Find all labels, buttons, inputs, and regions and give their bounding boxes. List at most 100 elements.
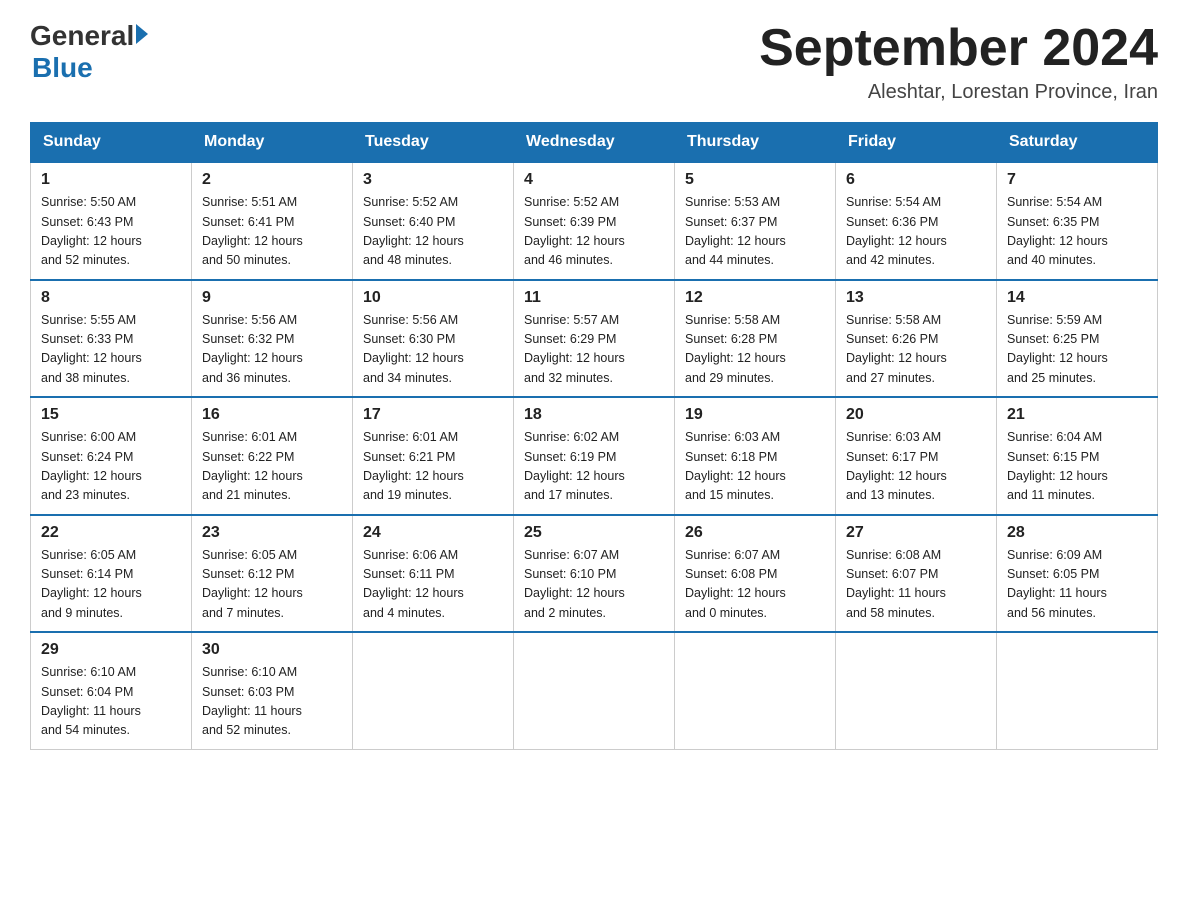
calendar-week-row: 29 Sunrise: 6:10 AMSunset: 6:04 PMDaylig… (31, 632, 1158, 749)
location-subtitle: Aleshtar, Lorestan Province, Iran (759, 81, 1158, 104)
col-thursday: Thursday (675, 123, 836, 163)
table-row (675, 632, 836, 749)
day-number: 12 (685, 289, 825, 307)
table-row: 8 Sunrise: 5:55 AMSunset: 6:33 PMDayligh… (31, 280, 192, 398)
table-row: 13 Sunrise: 5:58 AMSunset: 6:26 PMDaylig… (836, 280, 997, 398)
col-monday: Monday (192, 123, 353, 163)
table-row: 7 Sunrise: 5:54 AMSunset: 6:35 PMDayligh… (997, 162, 1158, 280)
table-row: 16 Sunrise: 6:01 AMSunset: 6:22 PMDaylig… (192, 397, 353, 515)
day-number: 1 (41, 171, 181, 189)
day-info: Sunrise: 5:55 AMSunset: 6:33 PMDaylight:… (41, 311, 181, 389)
table-row: 20 Sunrise: 6:03 AMSunset: 6:17 PMDaylig… (836, 397, 997, 515)
day-number: 3 (363, 171, 503, 189)
day-number: 13 (846, 289, 986, 307)
table-row (997, 632, 1158, 749)
col-wednesday: Wednesday (514, 123, 675, 163)
day-info: Sunrise: 6:01 AMSunset: 6:21 PMDaylight:… (363, 428, 503, 506)
title-section: September 2024 Aleshtar, Lorestan Provin… (759, 20, 1158, 104)
logo-triangle-icon (136, 24, 148, 44)
table-row: 3 Sunrise: 5:52 AMSunset: 6:40 PMDayligh… (353, 162, 514, 280)
table-row: 29 Sunrise: 6:10 AMSunset: 6:04 PMDaylig… (31, 632, 192, 749)
day-number: 6 (846, 171, 986, 189)
table-row: 4 Sunrise: 5:52 AMSunset: 6:39 PMDayligh… (514, 162, 675, 280)
table-row: 18 Sunrise: 6:02 AMSunset: 6:19 PMDaylig… (514, 397, 675, 515)
day-info: Sunrise: 6:03 AMSunset: 6:17 PMDaylight:… (846, 428, 986, 506)
day-number: 28 (1007, 524, 1147, 542)
day-number: 21 (1007, 406, 1147, 424)
day-number: 11 (524, 289, 664, 307)
day-info: Sunrise: 5:52 AMSunset: 6:39 PMDaylight:… (524, 193, 664, 271)
day-info: Sunrise: 6:05 AMSunset: 6:12 PMDaylight:… (202, 546, 342, 624)
day-number: 18 (524, 406, 664, 424)
table-row (353, 632, 514, 749)
table-row: 6 Sunrise: 5:54 AMSunset: 6:36 PMDayligh… (836, 162, 997, 280)
day-info: Sunrise: 5:51 AMSunset: 6:41 PMDaylight:… (202, 193, 342, 271)
day-number: 4 (524, 171, 664, 189)
table-row: 1 Sunrise: 5:50 AMSunset: 6:43 PMDayligh… (31, 162, 192, 280)
day-number: 27 (846, 524, 986, 542)
day-number: 26 (685, 524, 825, 542)
day-number: 2 (202, 171, 342, 189)
table-row: 22 Sunrise: 6:05 AMSunset: 6:14 PMDaylig… (31, 515, 192, 633)
table-row: 19 Sunrise: 6:03 AMSunset: 6:18 PMDaylig… (675, 397, 836, 515)
day-info: Sunrise: 5:50 AMSunset: 6:43 PMDaylight:… (41, 193, 181, 271)
table-row: 2 Sunrise: 5:51 AMSunset: 6:41 PMDayligh… (192, 162, 353, 280)
day-number: 23 (202, 524, 342, 542)
table-row: 21 Sunrise: 6:04 AMSunset: 6:15 PMDaylig… (997, 397, 1158, 515)
calendar-week-row: 8 Sunrise: 5:55 AMSunset: 6:33 PMDayligh… (31, 280, 1158, 398)
day-info: Sunrise: 5:54 AMSunset: 6:35 PMDaylight:… (1007, 193, 1147, 271)
table-row: 26 Sunrise: 6:07 AMSunset: 6:08 PMDaylig… (675, 515, 836, 633)
day-info: Sunrise: 6:08 AMSunset: 6:07 PMDaylight:… (846, 546, 986, 624)
month-title: September 2024 (759, 20, 1158, 77)
day-info: Sunrise: 5:56 AMSunset: 6:32 PMDaylight:… (202, 311, 342, 389)
day-info: Sunrise: 6:09 AMSunset: 6:05 PMDaylight:… (1007, 546, 1147, 624)
table-row: 30 Sunrise: 6:10 AMSunset: 6:03 PMDaylig… (192, 632, 353, 749)
day-number: 24 (363, 524, 503, 542)
table-row: 17 Sunrise: 6:01 AMSunset: 6:21 PMDaylig… (353, 397, 514, 515)
calendar-week-row: 15 Sunrise: 6:00 AMSunset: 6:24 PMDaylig… (31, 397, 1158, 515)
day-number: 20 (846, 406, 986, 424)
day-info: Sunrise: 6:00 AMSunset: 6:24 PMDaylight:… (41, 428, 181, 506)
day-info: Sunrise: 6:04 AMSunset: 6:15 PMDaylight:… (1007, 428, 1147, 506)
day-info: Sunrise: 6:07 AMSunset: 6:08 PMDaylight:… (685, 546, 825, 624)
day-info: Sunrise: 5:58 AMSunset: 6:26 PMDaylight:… (846, 311, 986, 389)
day-number: 22 (41, 524, 181, 542)
day-number: 5 (685, 171, 825, 189)
day-number: 8 (41, 289, 181, 307)
day-number: 14 (1007, 289, 1147, 307)
table-row: 27 Sunrise: 6:08 AMSunset: 6:07 PMDaylig… (836, 515, 997, 633)
col-tuesday: Tuesday (353, 123, 514, 163)
day-info: Sunrise: 5:53 AMSunset: 6:37 PMDaylight:… (685, 193, 825, 271)
day-info: Sunrise: 6:01 AMSunset: 6:22 PMDaylight:… (202, 428, 342, 506)
table-row: 11 Sunrise: 5:57 AMSunset: 6:29 PMDaylig… (514, 280, 675, 398)
table-row (514, 632, 675, 749)
day-info: Sunrise: 6:05 AMSunset: 6:14 PMDaylight:… (41, 546, 181, 624)
calendar-week-row: 22 Sunrise: 6:05 AMSunset: 6:14 PMDaylig… (31, 515, 1158, 633)
day-info: Sunrise: 6:07 AMSunset: 6:10 PMDaylight:… (524, 546, 664, 624)
day-info: Sunrise: 6:02 AMSunset: 6:19 PMDaylight:… (524, 428, 664, 506)
table-row: 5 Sunrise: 5:53 AMSunset: 6:37 PMDayligh… (675, 162, 836, 280)
page-header: General Blue September 2024 Aleshtar, Lo… (30, 20, 1158, 104)
day-number: 19 (685, 406, 825, 424)
day-info: Sunrise: 5:57 AMSunset: 6:29 PMDaylight:… (524, 311, 664, 389)
day-number: 17 (363, 406, 503, 424)
col-friday: Friday (836, 123, 997, 163)
table-row (836, 632, 997, 749)
day-number: 15 (41, 406, 181, 424)
day-info: Sunrise: 5:52 AMSunset: 6:40 PMDaylight:… (363, 193, 503, 271)
table-row: 24 Sunrise: 6:06 AMSunset: 6:11 PMDaylig… (353, 515, 514, 633)
table-row: 28 Sunrise: 6:09 AMSunset: 6:05 PMDaylig… (997, 515, 1158, 633)
col-sunday: Sunday (31, 123, 192, 163)
day-info: Sunrise: 5:59 AMSunset: 6:25 PMDaylight:… (1007, 311, 1147, 389)
day-info: Sunrise: 6:10 AMSunset: 6:03 PMDaylight:… (202, 663, 342, 741)
day-info: Sunrise: 6:03 AMSunset: 6:18 PMDaylight:… (685, 428, 825, 506)
day-info: Sunrise: 5:56 AMSunset: 6:30 PMDaylight:… (363, 311, 503, 389)
day-number: 9 (202, 289, 342, 307)
col-saturday: Saturday (997, 123, 1158, 163)
logo-blue-text: Blue (32, 52, 93, 84)
table-row: 25 Sunrise: 6:07 AMSunset: 6:10 PMDaylig… (514, 515, 675, 633)
calendar-table: Sunday Monday Tuesday Wednesday Thursday… (30, 122, 1158, 750)
table-row: 23 Sunrise: 6:05 AMSunset: 6:12 PMDaylig… (192, 515, 353, 633)
day-info: Sunrise: 6:10 AMSunset: 6:04 PMDaylight:… (41, 663, 181, 741)
day-info: Sunrise: 6:06 AMSunset: 6:11 PMDaylight:… (363, 546, 503, 624)
